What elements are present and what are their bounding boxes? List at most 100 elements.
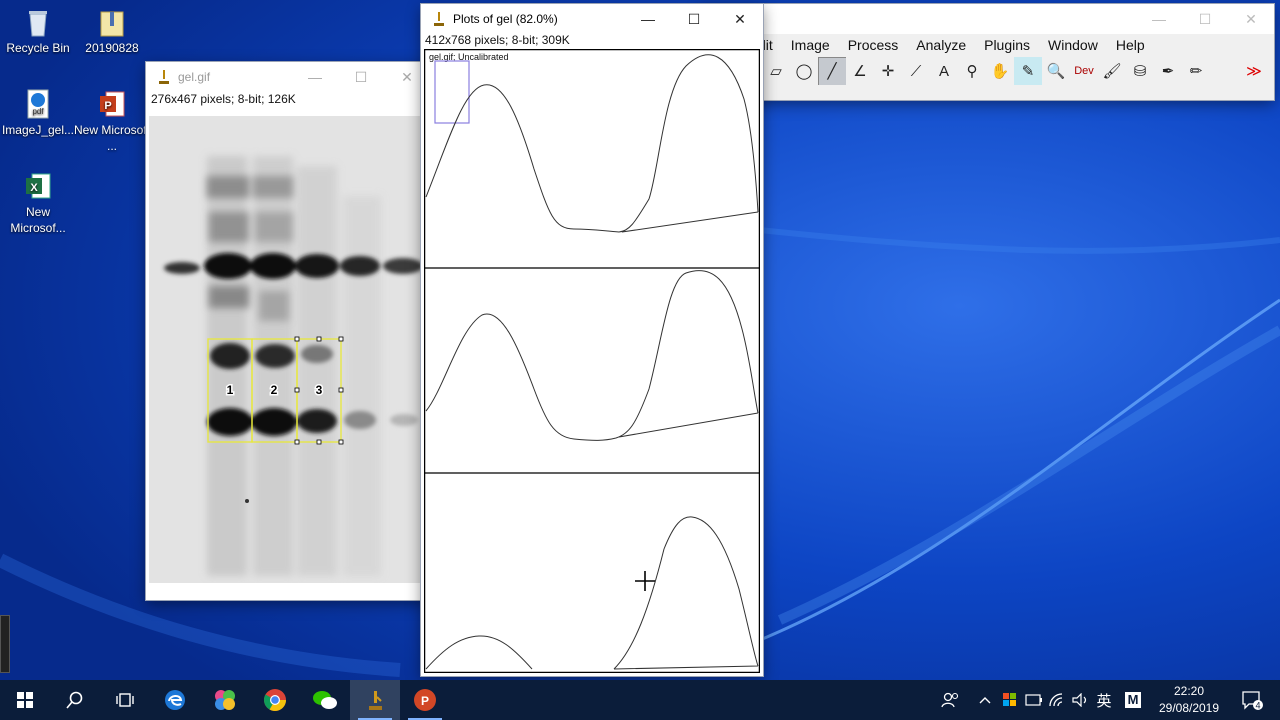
desktop-icon-new-excel[interactable]: X New Microsof... bbox=[0, 170, 76, 236]
search-icon bbox=[66, 691, 83, 709]
taskbar: P 英 M 22:20 29/08/2019 4 bbox=[0, 680, 1280, 720]
maximize-button[interactable]: ☐ bbox=[338, 62, 384, 92]
gel-image-canvas[interactable]: 1 1 2 2 3 3 bbox=[149, 116, 425, 583]
clock-date: 29/08/2019 bbox=[1158, 701, 1220, 715]
powerpoint-app[interactable]: P bbox=[400, 680, 450, 720]
system-clock[interactable]: 22:20 29/08/2019 bbox=[1150, 683, 1228, 717]
clover-app[interactable] bbox=[200, 680, 250, 720]
pencil-tool[interactable]: ✏ bbox=[1182, 57, 1210, 85]
pencil-icon: ✏ bbox=[1189, 63, 1203, 80]
plots-canvas[interactable]: gel.gif; Uncalibrated bbox=[424, 49, 760, 673]
lane-label-3-fg: 3 bbox=[316, 383, 323, 397]
angle-tool[interactable]: ∠ bbox=[846, 57, 874, 85]
flood-fill-tool[interactable]: ⛁ bbox=[1126, 57, 1154, 85]
text-tool[interactable]: A bbox=[930, 57, 958, 85]
polygon-icon: ▱ bbox=[770, 63, 782, 80]
freehand-tool[interactable]: ◯ bbox=[790, 57, 818, 85]
imagej-app[interactable] bbox=[350, 680, 400, 720]
straight-line-tool[interactable]: ╱ bbox=[818, 57, 846, 85]
color-picker-icon: ✎ bbox=[1021, 63, 1035, 80]
magnifier-tool[interactable]: ⚲ bbox=[958, 57, 986, 85]
point-tool[interactable]: ✛ bbox=[874, 57, 902, 85]
powerpoint-icon: P bbox=[414, 689, 436, 711]
task-view-button[interactable] bbox=[100, 680, 150, 720]
edge-icon bbox=[165, 690, 185, 710]
menu-plugins[interactable]: Plugins bbox=[976, 34, 1040, 56]
minimize-button[interactable]: — bbox=[292, 62, 338, 92]
plots-info: 412x768 pixels; 8-bit; 309K bbox=[425, 33, 570, 47]
action-center-button[interactable]: 4 bbox=[1232, 680, 1272, 720]
magnifier-icon: ⚲ bbox=[966, 63, 978, 80]
color-picker-tool[interactable]: ✎ bbox=[1014, 57, 1042, 85]
minimize-button[interactable]: — bbox=[1136, 4, 1182, 34]
scroll-tool[interactable]: ✋ bbox=[986, 57, 1014, 85]
show-hidden-icons-button[interactable] bbox=[975, 680, 995, 720]
battery-icon bbox=[1025, 694, 1042, 706]
recycle-bin-icon bbox=[22, 6, 54, 38]
svg-text:P: P bbox=[104, 100, 111, 112]
desktop-icon-recycle-bin[interactable]: Recycle Bin bbox=[0, 6, 76, 56]
volume-tray[interactable] bbox=[1070, 680, 1092, 720]
imagej-microscope-icon bbox=[156, 69, 170, 85]
notification-icon: 4 bbox=[1242, 691, 1263, 710]
pipette-icon: ✒ bbox=[1161, 63, 1175, 80]
polygon-tool[interactable]: ▱ bbox=[762, 57, 790, 85]
imagej-titlebar: — ☐ ✕ bbox=[700, 4, 1274, 34]
people-icon bbox=[941, 692, 959, 708]
edge-pdf-icon: pdf bbox=[22, 88, 54, 120]
wifi-tray[interactable] bbox=[1047, 680, 1069, 720]
pipette-tool[interactable]: ✒ bbox=[1154, 57, 1182, 85]
plots-window: Plots of gel (82.0%) — ☐ ✕ 412x768 pixel… bbox=[421, 4, 763, 676]
imagej-menubar: dit Image Process Analyze Plugins Window… bbox=[700, 34, 1274, 56]
desktop-icon-imagej-gel-pdf[interactable]: pdf ImageJ_gel... bbox=[0, 88, 76, 138]
svg-text:P: P bbox=[421, 694, 429, 708]
maximize-button[interactable]: ☐ bbox=[1182, 4, 1228, 34]
chrome-app[interactable] bbox=[250, 680, 300, 720]
search-button[interactable] bbox=[50, 680, 100, 720]
more-tools-menu[interactable]: ≫ bbox=[1240, 57, 1268, 85]
freehand-icon: ◯ bbox=[795, 63, 813, 80]
more-tools-icon: ≫ bbox=[1246, 63, 1262, 80]
start-button[interactable] bbox=[0, 680, 50, 720]
ime-language[interactable]: 英 bbox=[1092, 680, 1116, 720]
imagej-toolbar: ▱ ◯ ╱ ∠ ✛ ⟋ A ⚲ ✋ ✎ 🔍 Dev 🖌 ⛁ ✒ ✏ ≫ bbox=[762, 57, 1274, 87]
angle-icon: ∠ bbox=[853, 63, 867, 80]
chrome-icon bbox=[264, 689, 286, 711]
powerpoint-file-icon: P bbox=[96, 88, 128, 120]
brush-tool[interactable]: 🖌 bbox=[1098, 57, 1126, 85]
battery-tray[interactable] bbox=[1023, 680, 1045, 720]
wand-tool[interactable]: ⟋ bbox=[902, 57, 930, 85]
minimize-button[interactable]: — bbox=[625, 4, 671, 34]
shield-flag-icon bbox=[1003, 693, 1016, 706]
zoom-tool[interactable]: 🔍 bbox=[1042, 57, 1070, 85]
security-tray[interactable] bbox=[1000, 680, 1020, 720]
close-button[interactable]: ✕ bbox=[1228, 4, 1274, 34]
desktop-icon-new-powerpoint[interactable]: P New Microsoft ... bbox=[74, 88, 150, 154]
ime-mode[interactable]: M bbox=[1120, 680, 1146, 720]
clock-time: 22:20 bbox=[1173, 684, 1205, 698]
text-icon: A bbox=[938, 62, 949, 80]
speaker-icon bbox=[1072, 693, 1087, 707]
desktop-icon-20190828[interactable]: 20190828 bbox=[74, 6, 150, 56]
straight-line-icon: ╱ bbox=[827, 63, 837, 80]
wechat-app[interactable] bbox=[300, 680, 350, 720]
close-button[interactable]: ✕ bbox=[717, 4, 763, 34]
menu-process[interactable]: Process bbox=[840, 34, 909, 56]
menu-window[interactable]: Window bbox=[1040, 34, 1108, 56]
menu-image[interactable]: Image bbox=[783, 34, 840, 56]
wechat-icon bbox=[313, 691, 337, 709]
lane-label-1-fg: 1 bbox=[227, 383, 234, 397]
plots-titlebar: Plots of gel (82.0%) — ☐ ✕ bbox=[421, 4, 763, 34]
maximize-button[interactable]: ☐ bbox=[671, 4, 717, 34]
edge-app[interactable] bbox=[150, 680, 200, 720]
people-button[interactable] bbox=[936, 680, 964, 720]
menu-help[interactable]: Help bbox=[1108, 34, 1155, 56]
developer-icon: Dev bbox=[1074, 65, 1094, 77]
developer-menu[interactable]: Dev bbox=[1070, 57, 1098, 85]
flood-fill-icon: ⛁ bbox=[1133, 63, 1147, 80]
menu-analyze[interactable]: Analyze bbox=[908, 34, 976, 56]
point-icon: ✛ bbox=[881, 63, 895, 80]
wifi-icon bbox=[1049, 693, 1063, 707]
excel-file-icon: X bbox=[22, 170, 54, 202]
blank-slot[interactable] bbox=[1210, 57, 1240, 85]
